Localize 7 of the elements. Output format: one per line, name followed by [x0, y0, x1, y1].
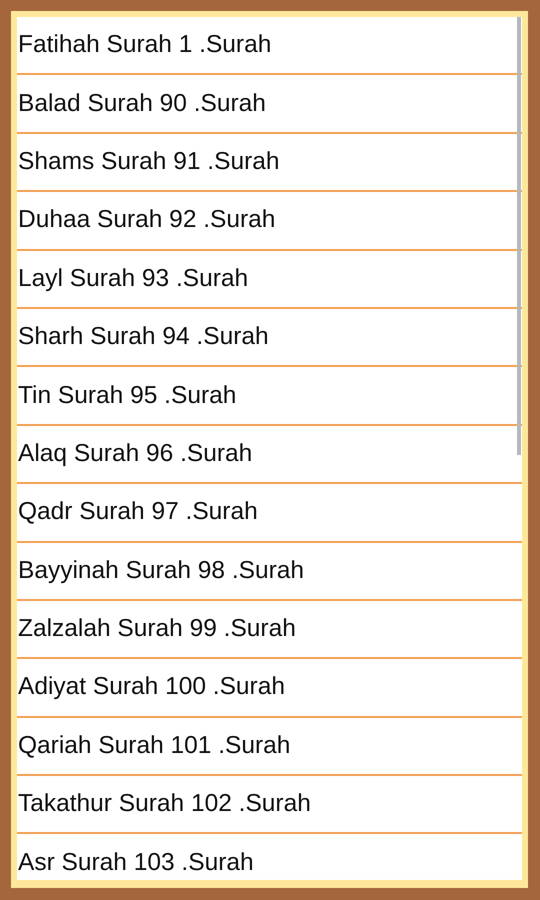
surah-list-item[interactable]: Qadr Surah 97 .Surah: [17, 484, 522, 543]
surah-list-item[interactable]: Asr Surah 103 .Surah: [17, 834, 522, 880]
surah-list-item[interactable]: Takathur Surah 102 .Surah: [17, 776, 522, 834]
surah-list-item[interactable]: Zalzalah Surah 99 .Surah: [17, 600, 522, 660]
surah-list-item[interactable]: Qariah Surah 101 .Surah: [17, 718, 522, 776]
surah-list-item[interactable]: Adiyat Surah 100 .Surah: [17, 659, 522, 718]
surah-list-item[interactable]: Bayyinah Surah 98 .Surah: [17, 542, 522, 601]
